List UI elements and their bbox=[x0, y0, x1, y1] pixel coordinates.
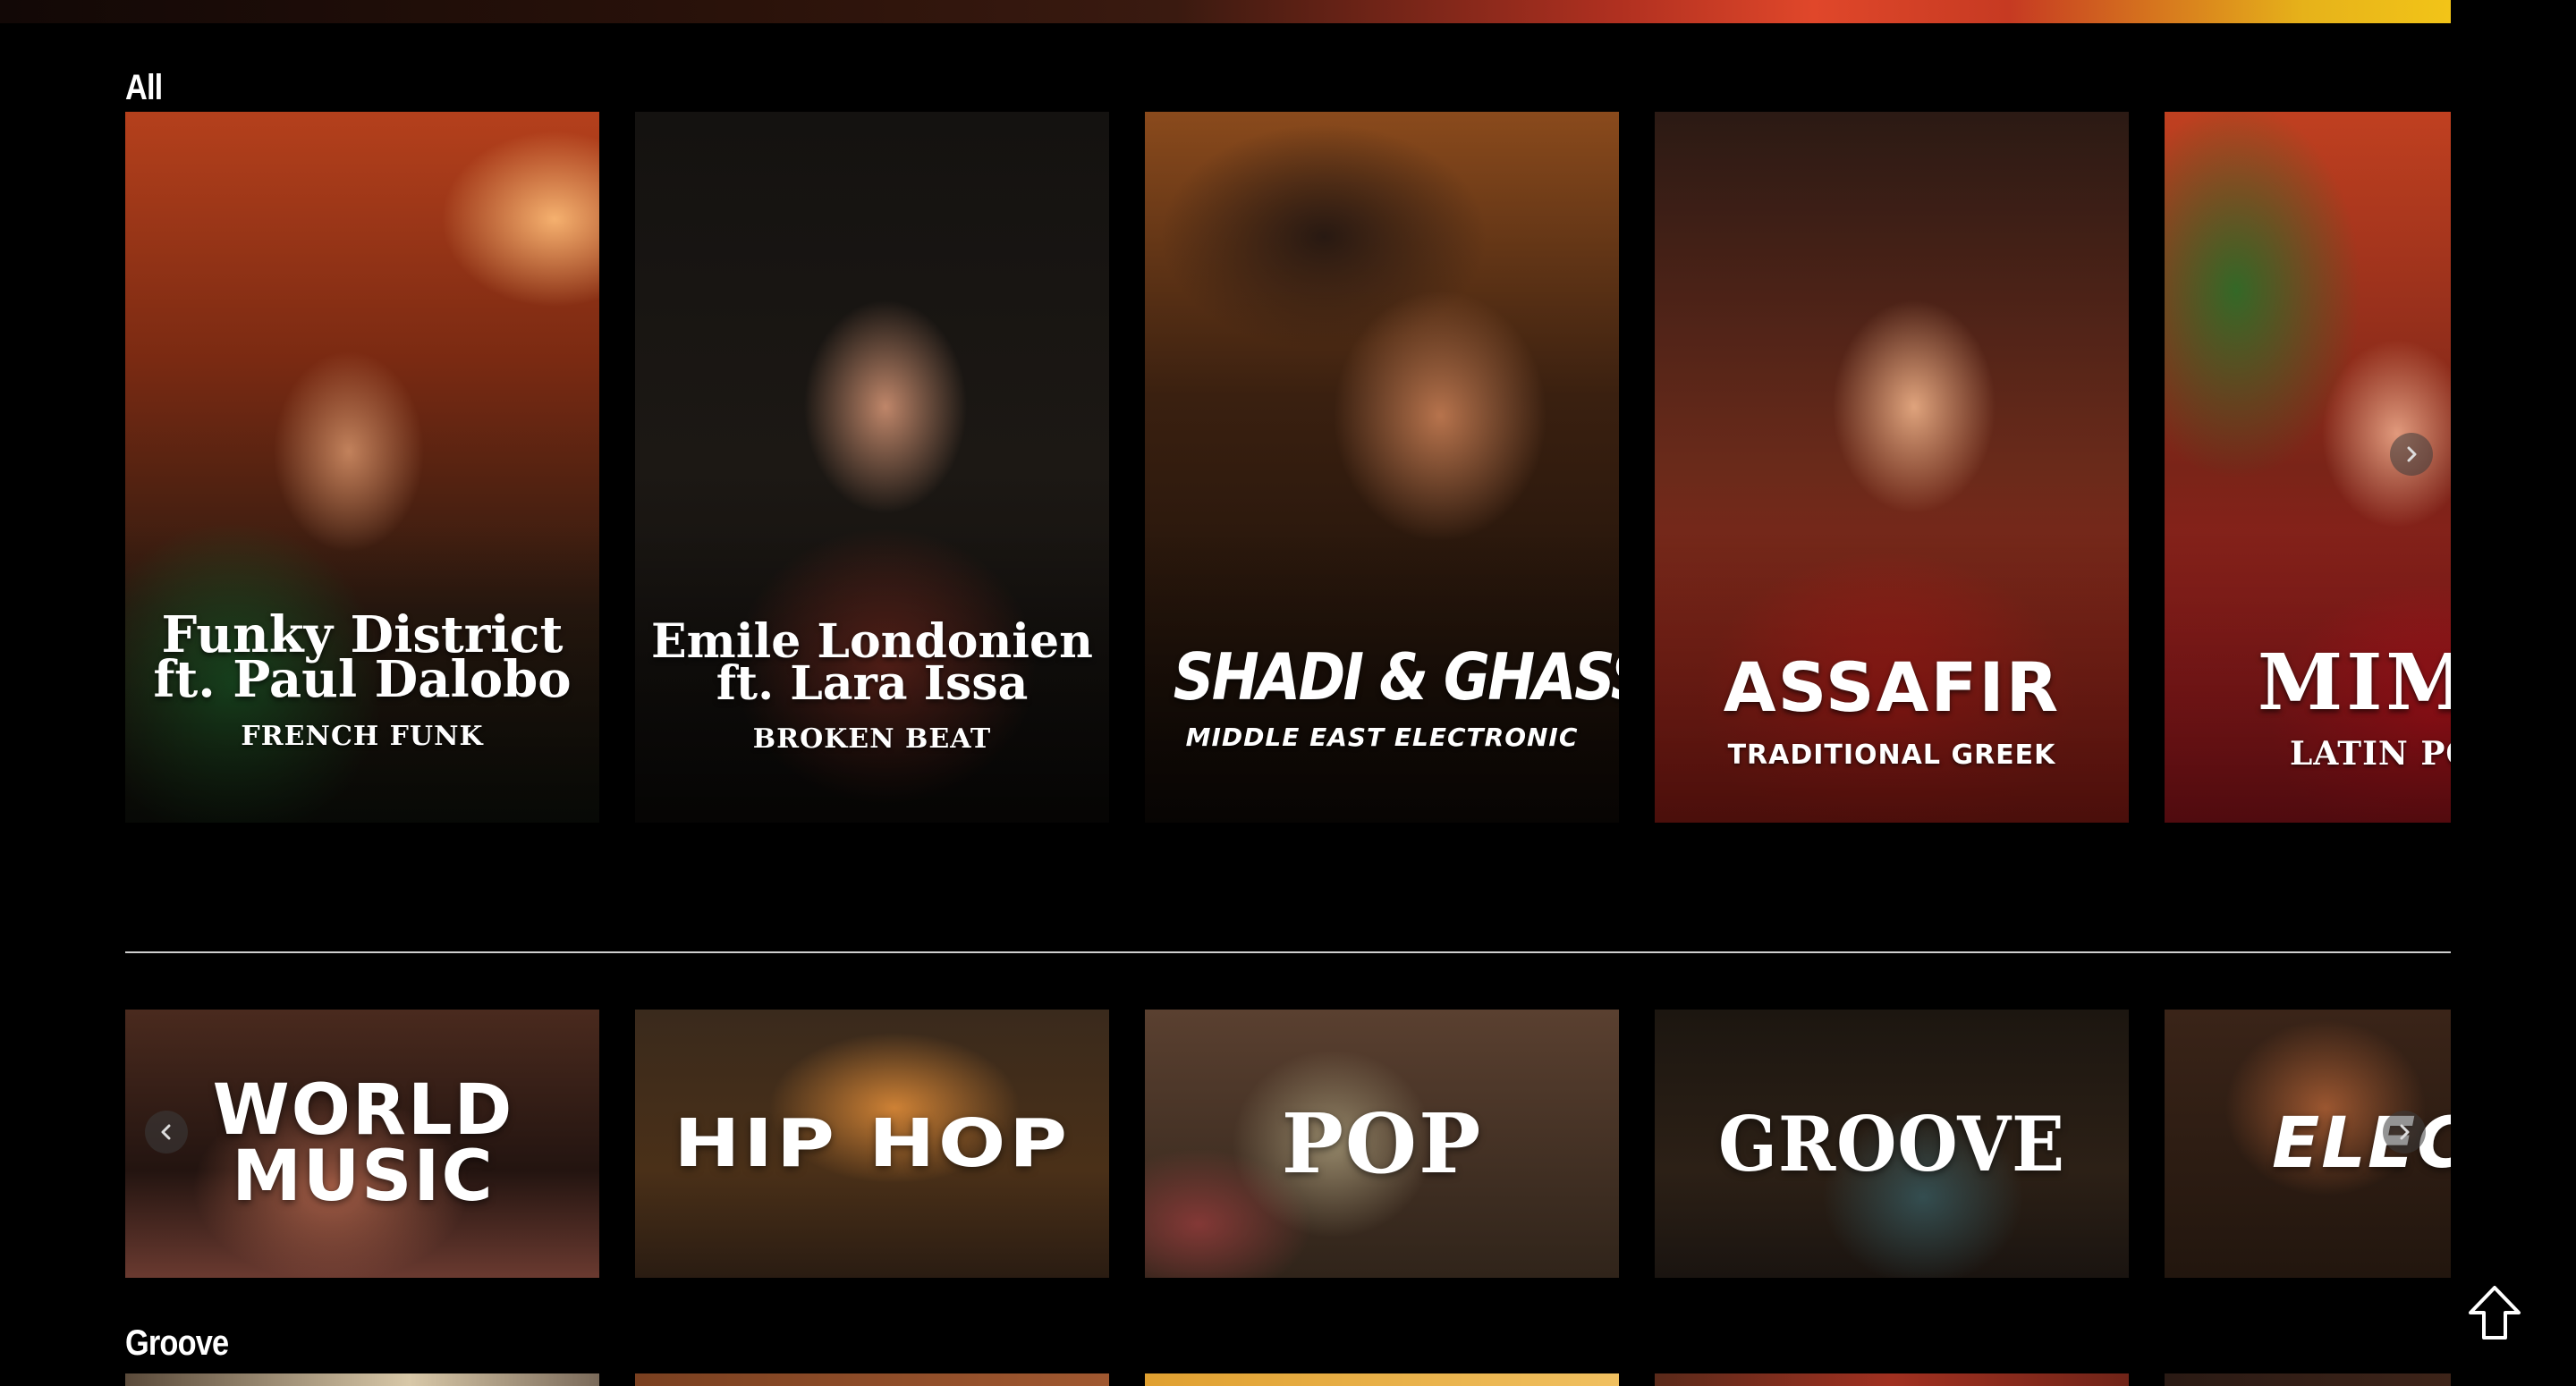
artist-carousel: Funky District ft. Paul Dalobo FRENCH FU… bbox=[125, 112, 2451, 823]
page: All Funky District ft. Paul Dalobo FRENC… bbox=[0, 0, 2576, 1386]
section-title-groove: Groove bbox=[125, 1323, 229, 1363]
scroll-to-top-button[interactable] bbox=[2463, 1282, 2526, 1345]
artist-card-caption: ASSAFIR TRADITIONAL GREEK bbox=[1655, 647, 2129, 772]
genre-tile-label: POP bbox=[1281, 1095, 1483, 1192]
artist-name: ASSAFIR bbox=[1723, 647, 2061, 727]
artist-name: MIMA bbox=[2258, 638, 2451, 728]
genre-tile-label: GROOVE bbox=[1718, 1099, 2065, 1188]
artist-name: SHADI & GHASSAN bbox=[1173, 639, 1619, 714]
genre-carousel: WORLD MUSIC HIP HOP POP GROOVE ELECT bbox=[125, 1010, 2451, 1278]
genre-tile-label: WORLD MUSIC bbox=[212, 1069, 514, 1217]
section-title-all: All bbox=[125, 68, 163, 107]
artist-genre: TRADITIONAL GREEK bbox=[1727, 739, 2056, 772]
genre-tile[interactable]: POP bbox=[1145, 1010, 1619, 1278]
artist-card[interactable] bbox=[1655, 1373, 2129, 1386]
genre-tile[interactable]: WORLD MUSIC bbox=[125, 1010, 599, 1278]
artist-featuring: ft. Paul Dalobo bbox=[153, 650, 572, 710]
genre-carousel-next-button[interactable] bbox=[2383, 1111, 2426, 1154]
artist-card[interactable]: SHADI & GHASSAN MIDDLE EAST ELECTRONIC bbox=[1145, 112, 1619, 823]
artist-genre: MIDDLE EAST ELECTRONIC bbox=[1185, 722, 1579, 752]
artist-genre: FRENCH FUNK bbox=[241, 720, 484, 752]
artist-card[interactable] bbox=[1145, 1373, 1619, 1386]
artist-card[interactable] bbox=[2165, 1373, 2451, 1386]
hero-banner-bottom-edge bbox=[0, 0, 2451, 23]
artist-genre: LATIN PO bbox=[2290, 735, 2451, 773]
groove-carousel bbox=[125, 1373, 2451, 1386]
chevron-right-icon bbox=[2407, 446, 2417, 462]
genre-carousel-prev-button[interactable] bbox=[145, 1111, 188, 1154]
section-divider bbox=[125, 951, 2451, 953]
artist-genre: BROKEN BEAT bbox=[752, 723, 992, 755]
chevron-right-icon bbox=[2400, 1124, 2410, 1140]
genre-tile[interactable]: HIP HOP bbox=[635, 1010, 1109, 1278]
artist-card-caption: Funky District ft. Paul Dalobo FRENCH FU… bbox=[125, 610, 599, 752]
artist-card[interactable] bbox=[125, 1373, 599, 1386]
artist-card-caption: SHADI & GHASSAN MIDDLE EAST ELECTRONIC bbox=[1145, 639, 1619, 752]
chevron-left-icon bbox=[161, 1124, 171, 1140]
artist-card-caption: Emile Londonien ft. Lara Issa BROKEN BEA… bbox=[635, 619, 1109, 755]
artist-card[interactable]: Funky District ft. Paul Dalobo FRENCH FU… bbox=[125, 112, 599, 823]
artist-card[interactable] bbox=[635, 1373, 1109, 1386]
artist-card[interactable]: Emile Londonien ft. Lara Issa BROKEN BEA… bbox=[635, 112, 1109, 823]
genre-tile-label: HIP HOP bbox=[674, 1105, 1071, 1182]
arrow-up-icon bbox=[2469, 1286, 2521, 1340]
artist-card-caption: MIMA LATIN PO bbox=[2165, 638, 2451, 773]
artist-card[interactable]: ASSAFIR TRADITIONAL GREEK bbox=[1655, 112, 2129, 823]
carousel-next-button[interactable] bbox=[2390, 433, 2433, 476]
artist-featuring: ft. Lara Issa bbox=[716, 655, 1029, 711]
genre-tile[interactable]: GROOVE bbox=[1655, 1010, 2129, 1278]
